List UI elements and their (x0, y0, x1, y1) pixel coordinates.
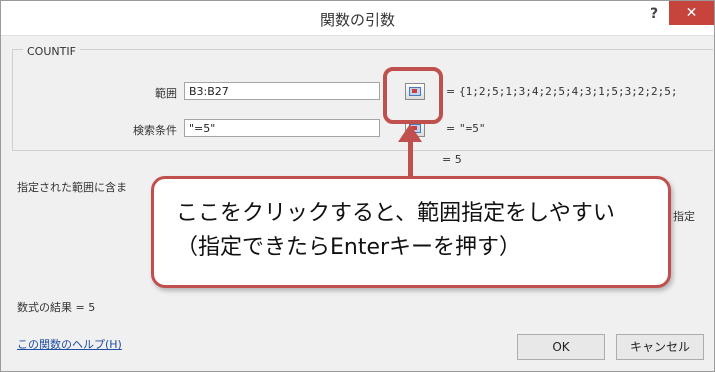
close-button[interactable]: ✕ (669, 1, 714, 25)
function-description-tail: 指定 (673, 210, 695, 223)
criteria-result: "=5" (459, 122, 486, 135)
function-arguments-dialog: 関数の引数 ? ✕ COUNTIF 範囲 B3:B27 = {1;2;5;1;3… (0, 0, 715, 372)
range-equals-sign: = (446, 85, 456, 98)
range-result: {1;2;5;1;3;4;2;5;4;3;1;5;3;2;2;5; (459, 85, 678, 98)
title-bar: 関数の引数 ? ✕ (1, 1, 714, 36)
cancel-button[interactable]: キャンセル (616, 334, 704, 360)
formula-result: 数式の結果 = 5 (17, 301, 96, 314)
range-input[interactable]: B3:B27 (184, 82, 380, 100)
function-name-label: COUNTIF (23, 45, 80, 58)
criteria-equals-sign: = (446, 122, 456, 135)
annotation-callout: ここをクリックすると、範囲指定をしやすい （指定できたらEnterキーを押す） (151, 176, 671, 288)
ok-button[interactable]: OK (517, 334, 605, 360)
range-label: 範囲 (155, 87, 177, 100)
annotation-line-2: （指定できたらEnterキーを押す） (176, 235, 522, 260)
annotation-line-1: ここをクリックすると、範囲指定をしやすい (176, 201, 615, 226)
annotation-arrow-shaft (408, 141, 413, 181)
dialog-title: 関数の引数 (319, 11, 395, 29)
criteria-input[interactable]: "=5" (184, 119, 380, 137)
ref-button-highlight (383, 67, 443, 124)
function-help-link[interactable]: この関数のヘルプ(H) (17, 336, 122, 352)
help-button[interactable]: ? (641, 3, 667, 27)
overall-result: = 5 (442, 153, 462, 166)
function-description: 指定された範囲に含ま (17, 181, 127, 194)
criteria-label: 検索条件 (133, 124, 177, 137)
arrow-up-icon (398, 124, 422, 142)
